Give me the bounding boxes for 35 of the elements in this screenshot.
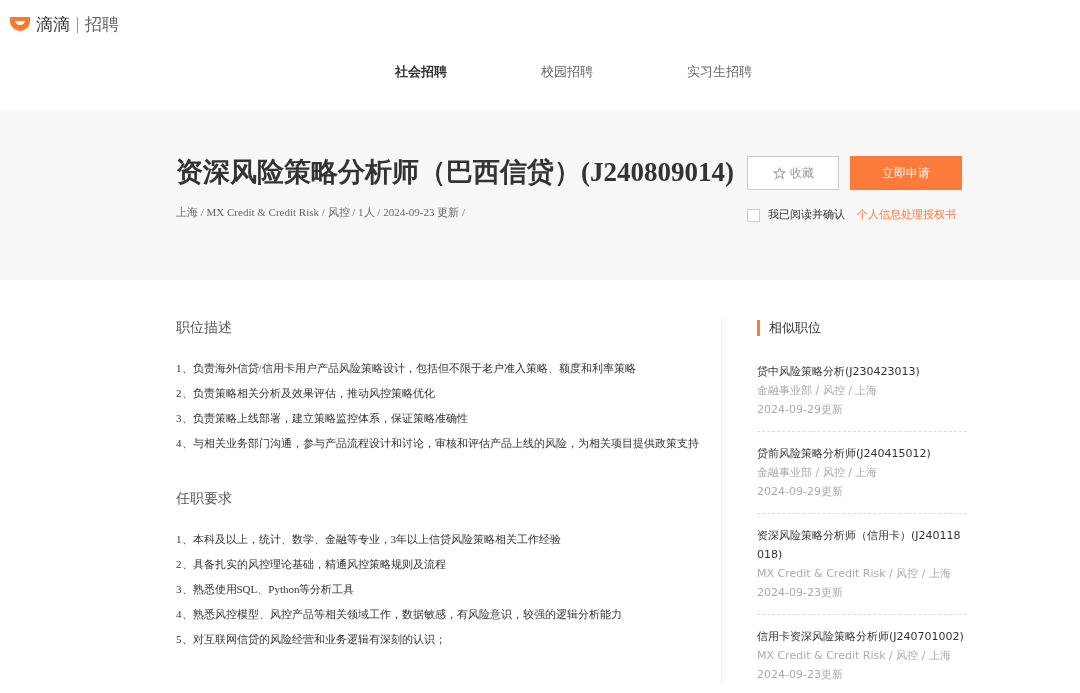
similar-job-meta: MX Credit & Credit Risk / 风控 / 上海 — [757, 565, 952, 582]
list-item-text: 2、负责策略相关分析及效果评估，推动风控策略优化 — [176, 386, 436, 401]
similar-job-link[interactable]: 信用卡资深风险策略分析师(J240701002) — [757, 626, 967, 646]
similar-job-date: 2024-09-23更新 — [757, 666, 844, 683]
list-item-text: 5、对互联网信贷的风险经营和业务逻辑有深刻的认识； — [176, 632, 447, 647]
similar-job-date: 2024-09-29更新 — [757, 401, 844, 418]
logo-subtitle: 招聘 — [85, 13, 119, 37]
logo-text: 滴滴 — [36, 13, 70, 37]
job-title: 资深风险策略分析师（巴西信贷）(J240809014) — [176, 156, 735, 189]
similar-job-link[interactable]: 贷前风险策略分析师(J240415012) — [757, 443, 967, 463]
accent-bar — [757, 319, 760, 336]
similar-job-meta: MX Credit & Credit Risk / 风控 / 上海 — [757, 647, 952, 664]
list-item-text: 3、负责策略上线部署，建立策略监控体系，保证策略准确性 — [176, 411, 469, 426]
list-item-text: 1、负责海外信贷/信用卡用户产品风险策略设计，包括但不限于老户准入策略、额度和利率策略 — [176, 361, 637, 376]
sidebar-heading: 相似职位 — [769, 319, 821, 337]
nav-tab[interactable]: 实习生招聘 — [687, 62, 752, 82]
similar-job-link[interactable]: 资深风险策略分析师（信用卡）(J240118018) — [757, 525, 967, 564]
section-heading: 任职要求 — [176, 490, 233, 508]
similar-job-meta: 金融事业部 / 风控 / 上海 — [757, 464, 879, 481]
similar-job-meta: 金融事业部 / 风控 / 上海 — [757, 382, 879, 399]
similar-job-date: 2024-09-29更新 — [757, 483, 844, 500]
list-item-text: 1、本科及以上，统计、数学、金融等专业，3年以上信贷风险策略相关工作经验 — [176, 532, 562, 547]
job-meta: 上海 / MX Credit & Credit Risk / 风控 / 1人 / 2024-09-23 更新 / — [176, 205, 467, 220]
similar-job-date: 2024-09-23更新 — [757, 584, 844, 601]
list-item-text: 3、熟悉使用SQL、Python等分析工具 — [176, 582, 356, 597]
nav-tab[interactable]: 校园招聘 — [541, 62, 593, 82]
similar-job-link[interactable]: 贷中风险策略分析(J230423013) — [757, 361, 967, 381]
consent-checkbox[interactable] — [747, 208, 760, 222]
list-item-text: 4、与相关业务部门沟通，参与产品流程设计和讨论，审核和评估产品上线的风险，为相关项目提供政策支持 — [176, 436, 700, 451]
nav-tab[interactable]: 社会招聘 — [395, 62, 447, 82]
section-heading: 职位描述 — [176, 319, 233, 337]
list-item-text: 2、具备扎实的风控理论基础，精通风控策略规则及流程 — [176, 557, 447, 572]
consent-label: 我已阅读并确认 — [768, 207, 845, 223]
star-icon — [772, 166, 786, 180]
list-item-text: 4、熟悉风控模型、风控产品等相关领域工作，数据敏感，有风险意识，较强的逻辑分析能力 — [176, 607, 623, 622]
